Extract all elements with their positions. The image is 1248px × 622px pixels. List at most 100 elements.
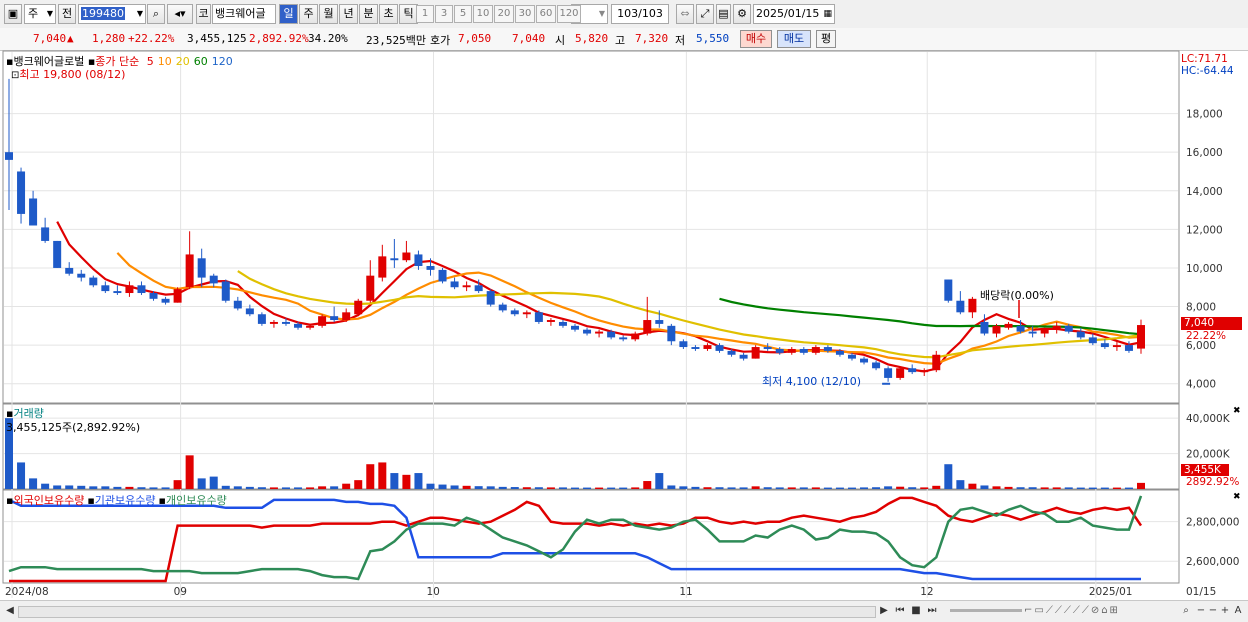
- horizontal-scrollbar[interactable]: [18, 606, 876, 618]
- interval-button-4[interactable]: 20: [494, 5, 514, 23]
- font-size-icon[interactable]: A: [1232, 604, 1244, 618]
- candle: [751, 345, 760, 359]
- interval-button-3[interactable]: 10: [473, 5, 493, 23]
- rewind-icon[interactable]: ⏮: [893, 604, 907, 618]
- volume-bar: [992, 486, 1001, 489]
- stock-chart[interactable]: 18,00016,00014,00012,00010,0008,0006,000…: [0, 50, 1248, 601]
- volume-y-tick: 40,000K: [1186, 413, 1231, 425]
- volume-bar: [113, 486, 122, 489]
- chart-layout-icon[interactable]: ▣: [4, 4, 22, 24]
- settings-dot-icon[interactable]: ▪: [87, 494, 94, 507]
- volume-bar: [583, 487, 592, 489]
- market-type-select[interactable]: 주 ▼: [24, 4, 56, 24]
- ma-legend-3: 60: [193, 55, 208, 68]
- interval-button-7[interactable]: 120: [557, 5, 581, 23]
- candle-body: [1100, 343, 1109, 348]
- candle-body: [378, 256, 387, 278]
- volume-bar: [257, 487, 266, 489]
- plus-icon[interactable]: +: [1220, 604, 1230, 618]
- panel-close-icon[interactable]: ✖: [1233, 492, 1241, 502]
- candle-body: [860, 358, 869, 363]
- settings-dot-icon[interactable]: ▪: [159, 494, 166, 507]
- highest-annotation-text: 최고 19,800 (08/12): [19, 68, 126, 81]
- stop-icon[interactable]: ■: [909, 604, 923, 618]
- tab-period-4[interactable]: 분: [359, 4, 378, 24]
- crosshair-icon[interactable]: ⤢: [696, 4, 714, 24]
- volume-bar: [438, 484, 447, 489]
- candle-body: [414, 254, 423, 267]
- sell-button[interactable]: 매도: [777, 30, 811, 48]
- speaker-icon[interactable]: ◂▾: [167, 4, 193, 24]
- volume-bar: [1040, 487, 1049, 489]
- volume-bar: [1052, 487, 1061, 489]
- holdings-legend: ▪외국인보유수량 ▪기관보유수량 ▪개인보유수량: [6, 492, 227, 508]
- gear-icon[interactable]: ⚙: [733, 4, 751, 24]
- x-axis-tick: 12: [920, 586, 933, 598]
- candle-body: [667, 325, 676, 342]
- buy-button[interactable]: 매수: [740, 30, 772, 48]
- interval-button-5[interactable]: 30: [515, 5, 535, 23]
- x-axis-right-label: 01/15: [1186, 586, 1216, 598]
- interval-button-1[interactable]: 3: [435, 5, 453, 23]
- volume-bar: [619, 487, 628, 489]
- ma-legend-periods: 5 10 20 60 120: [143, 55, 233, 68]
- tab-period-2[interactable]: 월: [319, 4, 338, 24]
- volume-bar: [944, 464, 953, 489]
- tab-period-0[interactable]: 일: [279, 4, 298, 24]
- candle-body: [571, 325, 579, 330]
- interval-button-0[interactable]: 1: [416, 5, 434, 23]
- scroll-icon[interactable]: ⇔: [676, 4, 694, 24]
- candle-body: [294, 323, 303, 328]
- interval-button-2[interactable]: 5: [454, 5, 472, 23]
- volume-bar: [77, 485, 86, 489]
- candle-body: [980, 321, 989, 334]
- volume-bar: [522, 487, 531, 489]
- panel-close-icon[interactable]: ✖: [1233, 406, 1241, 416]
- volume-bar: [558, 487, 567, 489]
- search-icon[interactable]: ⌕: [147, 4, 165, 24]
- candle-body: [739, 354, 748, 359]
- fast-forward-icon[interactable]: ⏭: [925, 604, 939, 618]
- volume-bar: [342, 483, 351, 489]
- prev-button[interactable]: 전: [58, 4, 76, 24]
- candle-body: [908, 368, 917, 373]
- ma-legend-4: 120: [211, 55, 233, 68]
- zoom-slider[interactable]: [950, 609, 1022, 612]
- zoom-icon[interactable]: ⌕: [1180, 604, 1192, 618]
- volume-bar: [125, 486, 134, 489]
- candle: [486, 289, 495, 307]
- candle-body: [872, 362, 881, 369]
- tab-period-3[interactable]: 년: [339, 4, 358, 24]
- tab-period-1[interactable]: 주: [299, 4, 318, 24]
- price-change: 1,280: [92, 32, 126, 45]
- lc-value: LC:71.71: [1181, 53, 1228, 65]
- volume-value: 3,455,125: [187, 32, 247, 45]
- candle-body: [197, 258, 206, 278]
- date-field[interactable]: 2025/01/15 ▦: [753, 4, 835, 24]
- candle-body: [318, 316, 327, 326]
- interval-button-6[interactable]: 60: [536, 5, 556, 23]
- tab-period-5[interactable]: 초: [379, 4, 398, 24]
- eval-button[interactable]: 평: [816, 30, 836, 48]
- scroll-right-icon[interactable]: ▶: [878, 604, 890, 618]
- candle-body: [89, 277, 98, 286]
- scroll-left-icon[interactable]: ◀: [4, 604, 16, 618]
- volume-bar: [185, 455, 194, 489]
- candle: [257, 312, 266, 326]
- stock-name-field[interactable]: 뱅크웨어글: [212, 4, 276, 24]
- volume-bar: [884, 486, 893, 489]
- volume-bar: [751, 486, 760, 489]
- stock-code-input[interactable]: 199480 ▼: [78, 4, 146, 24]
- bid-label: 호가: [430, 34, 451, 47]
- candle-body: [53, 240, 62, 268]
- price-y-tick: 8,000: [1186, 302, 1216, 314]
- minus-icon[interactable]: −: [1196, 604, 1206, 618]
- volume-bar: [137, 487, 146, 489]
- volume-bar: [703, 487, 712, 489]
- candle-body: [41, 227, 50, 241]
- save-icon[interactable]: ▤: [716, 4, 731, 24]
- dash-icon[interactable]: −: [1208, 604, 1218, 618]
- calendar-icon[interactable]: ▦: [823, 5, 834, 23]
- volume-bar: [17, 462, 26, 489]
- candle-body: [992, 325, 1001, 334]
